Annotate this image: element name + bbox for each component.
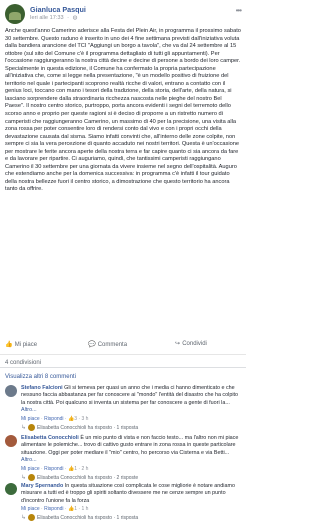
post-date[interactable]: Ieri alle 17:33: [30, 15, 64, 21]
comment-icon: 💬: [88, 341, 96, 348]
reply-count: 1 risposta: [116, 515, 139, 521]
comment-reply-link[interactable]: Rispondi: [44, 506, 63, 512]
reply-arrow-icon: ↳: [21, 425, 27, 431]
comment-like-link[interactable]: Mi piace: [21, 506, 40, 512]
like-label: Mi piace: [14, 342, 38, 348]
commenter-name[interactable]: Mary Spernando: [21, 483, 63, 489]
reply-author: Elisabetta Conocchioli ha risposto: [37, 475, 113, 481]
reply-author: Elisabetta Conocchioli ha risposto: [37, 425, 113, 431]
comment-text: Stefano Falcioni Gli si temeva per quasi…: [21, 385, 243, 415]
comment-time[interactable]: 2 h: [81, 466, 88, 472]
meta-separator: ·: [67, 15, 70, 21]
reply-summary[interactable]: ↳ Elisabetta Conocchioli ha risposto · 1 …: [21, 424, 139, 432]
reply-count: 2 risposte: [116, 475, 139, 481]
comment-actions: Mi piace · Rispondi · 👍1 · 1 h: [21, 506, 89, 512]
share-button[interactable]: ↪ Condividi: [175, 340, 207, 347]
comment-like-count: 3: [74, 416, 78, 422]
reply-arrow-icon: ↳: [21, 475, 27, 481]
comment-reply-link[interactable]: Rispondi: [44, 466, 63, 472]
comment-like-count: 1: [74, 466, 78, 472]
reply-summary[interactable]: ↳ Elisabetta Conocchioli ha risposto · 2 …: [21, 474, 139, 482]
comment-actions: Mi piace · Rispondi · 👍3 · 3 h: [21, 416, 89, 422]
more-options-icon[interactable]: •••: [236, 6, 242, 15]
reply-author: Elisabetta Conocchioli ha risposto: [37, 515, 113, 521]
comment-actions: Mi piace · Rispondi · 👍1 · 2 h: [21, 466, 89, 472]
like-button[interactable]: 👍 Mi piace: [5, 340, 37, 348]
reply-avatar: [28, 474, 36, 482]
reply-arrow-icon: ↳: [21, 515, 27, 521]
post-actions: 👍 Mi piace 💬 Commenta ↪ Condividi: [0, 338, 246, 352]
comment-time[interactable]: 3 h: [81, 416, 88, 422]
comment-reply-link[interactable]: Rispondi: [44, 416, 63, 422]
reply-avatar: [28, 514, 36, 522]
author-name[interactable]: Gianluca Pasqui: [30, 5, 86, 14]
shares-count[interactable]: 4 condivisioni: [5, 360, 41, 366]
comment-label: Commenta: [97, 342, 128, 348]
comment-time[interactable]: 1 h: [81, 506, 88, 512]
author-avatar[interactable]: [5, 4, 25, 24]
share-icon: ↪: [175, 340, 181, 347]
commenter-name[interactable]: Elisabetta Conocchioli: [21, 435, 79, 441]
post-body: Anche quest'anno Camerino aderisce alla …: [5, 28, 241, 193]
commenter-avatar[interactable]: [5, 385, 17, 397]
post-meta: Ieri alle 17:33 · ◍: [30, 15, 79, 21]
counts-line: 4 condivisioni: [0, 354, 246, 367]
comment-text: Elisabetta Conocchioli È un mio punto di…: [21, 435, 243, 465]
comment-like-count: 1: [74, 506, 78, 512]
reply-avatar: [28, 424, 36, 432]
comment-more-link[interactable]: Altro...: [21, 407, 37, 413]
view-previous-comments-link[interactable]: Visualizza altri 8 commenti: [5, 374, 76, 380]
thumbs-up-icon: 👍: [5, 341, 13, 348]
comment-button[interactable]: 💬 Commenta: [88, 340, 127, 348]
commenter-avatar[interactable]: [5, 483, 17, 495]
reply-summary[interactable]: ↳ Elisabetta Conocchioli ha risposto · 1 …: [21, 514, 139, 522]
share-label: Condividi: [182, 341, 207, 347]
comment-text: Mary Spernando In questa situazione così…: [21, 483, 243, 505]
commenter-name[interactable]: Stefano Falcioni: [21, 385, 63, 391]
globe-icon: ◍: [72, 15, 78, 21]
comment-like-link[interactable]: Mi piace: [21, 416, 40, 422]
commenter-avatar[interactable]: [5, 435, 17, 447]
comment-like-link[interactable]: Mi piace: [21, 466, 40, 472]
reply-count: 1 risposta: [116, 425, 139, 431]
post-header: Gianluca Pasqui Ieri alle 17:33 · ◍ •••: [5, 4, 242, 26]
divider: [0, 367, 246, 368]
comment-more-link[interactable]: Altro...: [21, 457, 37, 463]
